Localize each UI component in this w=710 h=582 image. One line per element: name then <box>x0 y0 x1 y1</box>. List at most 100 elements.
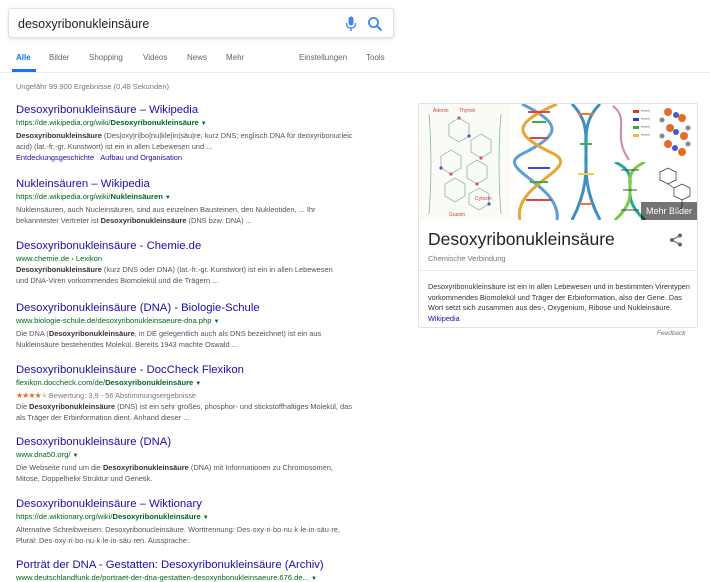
dropdown-caret-icon[interactable]: ▼ <box>72 453 78 459</box>
snippet-text: (DNS bzw. DNA) ... <box>186 216 252 225</box>
microphone-icon[interactable] <box>345 16 357 32</box>
result-url[interactable]: https://de.wikipedia.org/wiki/Desoxyribo… <box>16 117 386 130</box>
url-text: www.deutschlandfunk.de/portraet-der-dna-… <box>16 573 309 582</box>
tab-tools[interactable]: Tools <box>366 53 385 62</box>
url-text: www.biologie-schule.de/desoxyribonuklein… <box>16 316 212 325</box>
star-rating-icon: ★★★★ <box>16 391 42 400</box>
snippet-text: Nukleinsäuren, auch Nucleinsäuren, sind … <box>16 205 316 214</box>
result-title-link[interactable]: Desoxyribonukleinsäure (DNA) - Biologie-… <box>16 301 386 315</box>
search-result: Desoxyribonukleinsäure – Wiktionary http… <box>16 497 386 546</box>
dna-model-image[interactable] <box>654 104 697 162</box>
snippet-text: als Träger der Erbinformation dient. Anh… <box>16 413 190 422</box>
snippet-text: Die DNA ( <box>16 329 49 338</box>
url-bold-text: Nukleinsäuren <box>110 192 163 201</box>
result-url[interactable]: www.biologie-schule.de/desoxyribonuklein… <box>16 315 386 328</box>
url-text: https://de.wikipedia.org/wiki/ <box>16 192 111 201</box>
snippet-bold: Desoxyribonukleinsäure <box>48 329 135 338</box>
dropdown-caret-icon[interactable]: ▼ <box>201 121 207 127</box>
search-icon[interactable] <box>367 16 383 32</box>
result-url[interactable]: https://de.wikipedia.org/wiki/Nukleinsäu… <box>16 191 386 204</box>
panel-description: Desoxyribonukleinsäure ist ein in allen … <box>428 282 690 324</box>
result-url[interactable]: www.dna50.org/▼ <box>16 449 386 462</box>
tab-settings[interactable]: Einstellungen <box>299 53 347 62</box>
dropdown-caret-icon[interactable]: ▼ <box>165 195 171 201</box>
search-tabs: Alle Bilder Shopping Videos News Mehr Ei… <box>0 47 710 73</box>
result-url[interactable]: www.deutschlandfunk.de/portraet-der-dna-… <box>16 572 386 582</box>
snippet-text: Die <box>16 402 30 411</box>
snippet-text: Nukleinsäure bestehendes Molekül. Bereit… <box>16 340 238 349</box>
rating-row: ★★★★★ Bewertung: 3,9 - 56 Abstimmungserg… <box>16 390 386 401</box>
dna-ladder-image[interactable] <box>566 104 606 220</box>
double-helix-image[interactable] <box>512 104 565 220</box>
dropdown-caret-icon[interactable]: ▼ <box>311 576 317 582</box>
snippet-text: acid) (lat.-fr.-gr. Kunstwort) ist ein i… <box>16 142 213 151</box>
result-title-link[interactable]: Nukleinsäuren – Wikipedia <box>16 177 386 191</box>
snippet-text: und DNA-Viren vorkommendes Biomolekül un… <box>16 276 219 285</box>
snippet-text: (DNA) mit Informationen zu Chromosomen, <box>188 463 333 472</box>
sitelink-history[interactable]: Entdeckungsgeschichte <box>16 153 94 162</box>
star-empty-icon: ★ <box>40 391 48 400</box>
snippet-text: (Des|oxy|ri|bo|nu|kle|in|säu|re; kurz DN… <box>101 131 353 140</box>
url-bold-text: Desoxyribonukleinsäure <box>110 118 199 127</box>
snippet-text: (DNS) ist ein sehr großes, phosphor- und… <box>115 402 352 411</box>
result-title-link[interactable]: Desoxyribonukleinsäure - DocCheck Flexik… <box>16 363 386 377</box>
result-title-link[interactable]: Desoxyribonukleinsäure – Wikipedia <box>16 103 386 117</box>
tab-all[interactable]: Alle <box>16 53 31 62</box>
result-url[interactable]: flexikon.doccheck.com/de/Desoxyribonukle… <box>16 377 386 390</box>
search-result: Desoxyribonukleinsäure - Chemie.de www.c… <box>16 239 386 286</box>
result-snippet: Die Desoxyribonukleinsäure (DNS) ist ein… <box>16 401 386 423</box>
dna-structure-image[interactable]: Adenin Thymin Cytosin Guanin <box>419 104 511 220</box>
result-title-link[interactable]: Porträt der DNA - Gestatten: Desoxyribon… <box>16 558 386 572</box>
url-bold-text: Desoxyribonukleinsäure <box>112 512 201 521</box>
snippet-text: , in DE gelegentlich auch als DNS bezeic… <box>134 329 322 338</box>
sitelink-structure[interactable]: Aufbau und Organisation <box>100 153 182 162</box>
url-bold-text: Desoxyribonukleinsäure <box>105 378 194 387</box>
url-text: flexikon.doccheck.com/de/ <box>16 378 106 387</box>
result-title-link[interactable]: Desoxyribonukleinsäure - Chemie.de <box>16 239 386 253</box>
divider <box>419 270 697 271</box>
rating-text: Bewertung: 3,9 - 56 Abstimmungsergebniss… <box>48 391 196 400</box>
tab-images[interactable]: Bilder <box>49 53 69 62</box>
snippet-bold: Desoxyribonukleinsäure <box>29 402 116 411</box>
result-title-link[interactable]: Desoxyribonukleinsäure – Wiktionary <box>16 497 386 511</box>
result-snippet: Desoxyribonukleinsäure (Des|oxy|ri|bo|nu… <box>16 130 386 152</box>
tab-shopping[interactable]: Shopping <box>89 53 123 62</box>
search-result: Desoxyribonukleinsäure – Wikipedia https… <box>16 103 386 163</box>
tab-videos[interactable]: Videos <box>143 53 167 62</box>
url-text: https://de.wiktionary.org/wiki/ <box>16 512 113 521</box>
dropdown-caret-icon[interactable]: ▼ <box>195 381 201 387</box>
active-tab-indicator <box>12 69 36 72</box>
search-result: Nukleinsäuren – Wikipedia https://de.wik… <box>16 177 386 226</box>
feedback-link[interactable]: Feedback <box>657 330 686 337</box>
panel-subtitle: Chemische Verbindung <box>428 254 506 263</box>
search-input[interactable]: desoxyribonukleinsäure <box>18 17 149 31</box>
dropdown-caret-icon[interactable]: ▼ <box>203 515 209 521</box>
dropdown-caret-icon[interactable]: ▼ <box>213 319 219 325</box>
tab-news[interactable]: News <box>187 53 207 62</box>
result-snippet: Nukleinsäuren, auch Nucleinsäuren, sind … <box>16 204 386 226</box>
snippet-text: bekanntester Vertreter ist <box>16 216 101 225</box>
wikipedia-link[interactable]: Wikipedia <box>428 314 460 323</box>
more-images-button[interactable]: Mehr Bilder <box>640 202 697 220</box>
url-text: https://de.wikipedia.org/wiki/ <box>16 118 111 127</box>
result-stats: Ungefähr 99.900 Ergebnisse (0,48 Sekunde… <box>16 82 170 91</box>
share-icon[interactable] <box>669 233 683 247</box>
snippet-bold: Desoxyribonukleinsäure <box>16 131 102 140</box>
snippet-bold: Desoxyribonukleinsäure <box>100 216 187 225</box>
search-result: Desoxyribonukleinsäure - DocCheck Flexik… <box>16 363 386 423</box>
label-adenine: Adenin <box>433 108 449 114</box>
search-result: Desoxyribonukleinsäure (DNA) www.dna50.o… <box>16 435 386 484</box>
dna-legend-image[interactable] <box>607 104 653 162</box>
result-url[interactable]: https://de.wiktionary.org/wiki/Desoxyrib… <box>16 511 386 524</box>
description-text: Desoxyribonukleinsäure ist ein in allen … <box>428 282 690 312</box>
result-url[interactable]: www.chemie.de › Lexikon <box>16 253 386 264</box>
url-text: www.chemie.de › Lexikon <box>16 254 103 263</box>
snippet-bold: Desoxyribonukleinsäure <box>16 265 102 274</box>
result-snippet: Alternative Schreibweisen: Desoxyribonuc… <box>16 524 386 546</box>
result-title-link[interactable]: Desoxyribonukleinsäure (DNA) <box>16 435 386 449</box>
snippet-text: Die Webseite rund um die <box>16 463 103 472</box>
search-box[interactable]: desoxyribonukleinsäure <box>8 8 394 38</box>
tab-more[interactable]: Mehr <box>226 53 244 62</box>
url-text: www.dna50.org/ <box>16 450 71 459</box>
image-strip[interactable]: Adenin Thymin Cytosin Guanin Mehr Bilder <box>419 104 697 220</box>
